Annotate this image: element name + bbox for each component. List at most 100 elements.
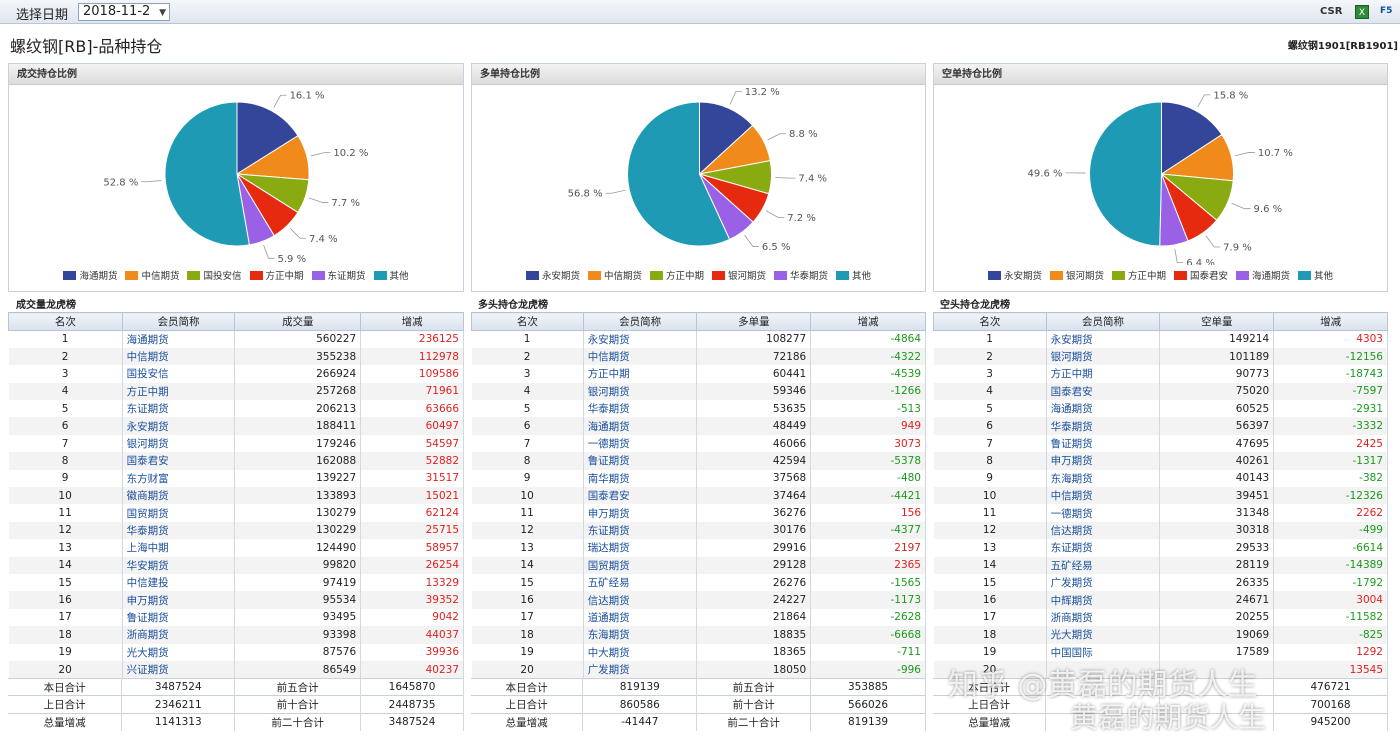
member-name-link[interactable]: 东证期货 — [122, 400, 236, 418]
date-select[interactable]: 2018-11-2 ▼ — [78, 3, 170, 21]
member-name-link[interactable]: 上海中期 — [122, 539, 236, 557]
legend-item[interactable]: 方正中期 — [249, 268, 304, 282]
legend-item[interactable]: 方正中期 — [649, 268, 704, 282]
member-name-link[interactable]: 中国国际 — [1046, 643, 1161, 661]
member-name-link[interactable]: 中信期货 — [583, 347, 698, 366]
member-name-link[interactable]: 国泰君安 — [122, 452, 236, 470]
member-name-link[interactable]: 方正中期 — [1046, 365, 1161, 383]
legend-item[interactable]: 国泰君安 — [1174, 268, 1228, 282]
member-name-link[interactable]: 华泰期货 — [1046, 417, 1161, 435]
member-name-link[interactable]: 银河期货 — [1046, 347, 1161, 366]
member-name-link[interactable]: 浙商期货 — [1046, 608, 1161, 627]
member-name-link[interactable]: 兴证期货 — [122, 660, 236, 679]
column-header[interactable]: 成交量 — [234, 312, 362, 331]
column-header[interactable]: 增减 — [360, 312, 464, 331]
member-name-link[interactable]: 方正中期 — [122, 382, 236, 401]
member-name-link[interactable]: 东海期货 — [583, 626, 698, 644]
member-name-link[interactable]: 华安期货 — [122, 556, 236, 574]
member-name-link[interactable]: 一德期货 — [583, 434, 698, 453]
member-name-link[interactable]: 东海期货 — [1046, 469, 1161, 488]
legend-item[interactable]: 其他 — [373, 268, 409, 282]
member-name-link[interactable]: 五矿经易 — [1046, 556, 1161, 574]
column-header[interactable]: 会员简称 — [582, 312, 698, 331]
member-name-link[interactable]: 海通期货 — [122, 330, 236, 348]
column-header[interactable]: 名次 — [471, 312, 584, 331]
rank-cell: 19 — [8, 643, 123, 661]
legend-item[interactable]: 其他 — [836, 268, 871, 282]
column-header[interactable]: 增减 — [1273, 312, 1388, 331]
member-name-link[interactable]: 东方财富 — [122, 469, 236, 488]
member-name-link[interactable]: 永安期货 — [583, 330, 698, 348]
legend-item[interactable]: 中信期货 — [125, 268, 179, 282]
member-name-link[interactable]: 方正中期 — [583, 365, 698, 383]
member-name-link[interactable]: 国贸期货 — [122, 504, 236, 522]
member-name-link[interactable]: 鲁证期货 — [122, 608, 236, 627]
legend-item[interactable]: 银河期货 — [712, 268, 766, 282]
member-name-link[interactable]: 申万期货 — [583, 504, 698, 522]
column-header[interactable]: 名次 — [933, 312, 1047, 331]
member-name-link[interactable]: 浙商期货 — [122, 626, 236, 644]
legend-item[interactable]: 其他 — [1298, 268, 1333, 282]
column-header[interactable]: 名次 — [8, 312, 123, 331]
legend-item[interactable]: 银河期货 — [1049, 268, 1104, 282]
member-name-link[interactable]: 华泰期货 — [583, 400, 698, 418]
member-name-link[interactable]: 光大期货 — [1046, 626, 1161, 644]
legend-item[interactable]: 方正中期 — [1111, 268, 1166, 282]
member-name-link[interactable]: 瑞达期货 — [583, 539, 698, 557]
member-name-link[interactable]: 徽商期货 — [122, 487, 236, 505]
pie-slice[interactable] — [164, 101, 250, 247]
member-name-link[interactable]: 海通期货 — [1046, 400, 1161, 418]
legend-item[interactable]: 中信期货 — [587, 268, 642, 282]
quantity-cell: 40261 — [1159, 452, 1275, 470]
excel-export-icon[interactable]: X — [1355, 5, 1369, 19]
table-header-row: 名次 会员简称 多单量 增减 — [471, 312, 926, 331]
member-name-link[interactable]: 国投安信 — [122, 365, 236, 383]
member-name-link[interactable]: 道通期货 — [583, 608, 698, 627]
rank-cell: 11 — [471, 504, 584, 522]
member-name-link[interactable]: 鲁证期货 — [1046, 434, 1161, 453]
member-name-link[interactable]: 中信期货 — [122, 347, 236, 366]
member-name-link[interactable]: 银河期货 — [583, 382, 698, 401]
legend-item[interactable]: 永安期货 — [987, 268, 1042, 282]
member-name-link[interactable]: 银河期货 — [122, 434, 236, 453]
member-name-link[interactable]: 南华期货 — [583, 469, 698, 488]
member-name-link[interactable]: 光大期货 — [122, 643, 236, 661]
member-name-link[interactable]: 一德期货 — [1046, 504, 1161, 522]
column-header[interactable]: 会员简称 — [1045, 312, 1161, 331]
member-name-link[interactable]: 华泰期货 — [122, 521, 236, 540]
member-name-link[interactable]: 鲁证期货 — [583, 452, 698, 470]
member-name-link[interactable]: 广发期货 — [1046, 573, 1161, 592]
member-name-link[interactable]: 国贸期货 — [583, 556, 698, 574]
member-name-link[interactable]: 中信建投 — [122, 573, 236, 592]
column-header[interactable]: 多单量 — [696, 312, 812, 331]
legend-item[interactable]: 国投安信 — [187, 268, 242, 282]
member-name-link[interactable]: 永安期货 — [1046, 330, 1161, 348]
member-name-link[interactable]: 东证期货 — [583, 521, 698, 540]
member-name-link[interactable]: 广发期货 — [583, 660, 698, 679]
member-name-link[interactable]: 东证期货 — [1046, 539, 1161, 557]
legend-item[interactable]: 永安期货 — [525, 268, 580, 282]
member-name-link[interactable]: 中辉期货 — [1046, 591, 1161, 609]
member-name-link[interactable]: 申万期货 — [1046, 452, 1161, 470]
member-name-link[interactable]: 信达期货 — [583, 591, 698, 609]
column-header[interactable]: 增减 — [810, 312, 926, 331]
pie-slice[interactable] — [1089, 101, 1162, 247]
csr-button[interactable]: CSR — [1320, 6, 1342, 17]
column-header[interactable]: 空单量 — [1159, 312, 1275, 331]
column-header[interactable]: 会员简称 — [121, 312, 236, 331]
member-name-link[interactable]: 中大期货 — [583, 643, 698, 661]
table-row: 1 海通期货 560227 236125 — [8, 330, 464, 348]
legend-item[interactable]: 海通期货 — [1236, 268, 1290, 282]
member-name-link[interactable]: 五矿经易 — [583, 573, 698, 592]
legend-item[interactable]: 海通期货 — [63, 268, 117, 282]
member-name-link[interactable]: 申万期货 — [122, 591, 236, 609]
member-name-link[interactable]: 永安期货 — [122, 417, 236, 435]
member-name-link[interactable]: 信达期货 — [1046, 521, 1161, 540]
member-name-link[interactable]: 海通期货 — [583, 417, 698, 435]
legend-item[interactable]: 华泰期货 — [774, 268, 828, 282]
legend-item[interactable]: 东证期货 — [311, 268, 366, 282]
member-name-link[interactable]: 国泰君安 — [1046, 382, 1161, 401]
member-name-link[interactable]: 中信期货 — [1046, 487, 1161, 505]
member-name-link[interactable]: 国泰君安 — [583, 487, 698, 505]
f5-refresh-button[interactable]: F5 — [1380, 6, 1392, 16]
